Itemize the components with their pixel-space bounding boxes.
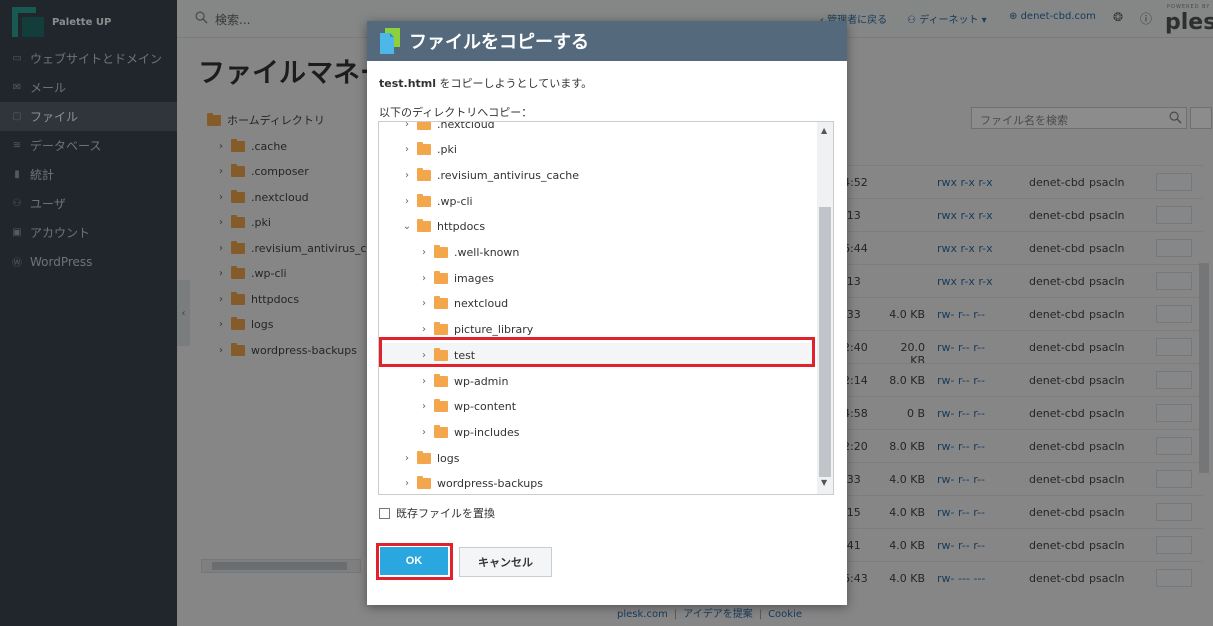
folder-icon	[417, 450, 431, 464]
directory-item[interactable]: › wp-admin	[379, 369, 815, 393]
directory-item[interactable]: › nextcloud	[379, 292, 815, 316]
folder-icon	[434, 296, 448, 310]
folder-icon	[434, 322, 448, 336]
folder-icon	[417, 122, 431, 130]
directory-item-label: test	[454, 348, 476, 362]
chevron-right-icon[interactable]: ›	[401, 122, 413, 130]
directory-item-label: .revisium_antivirus_cache	[437, 168, 580, 182]
chevron-right-icon[interactable]: ›	[401, 170, 413, 181]
directory-item-label: .well-known	[454, 246, 520, 259]
destination-directory-list[interactable]: › .nextcloud › .pki › .revisium_antivirus_cac…	[378, 121, 834, 495]
chevron-right-icon[interactable]: ›	[418, 376, 430, 387]
chevron-right-icon[interactable]: ›	[418, 273, 430, 284]
directory-item[interactable]: › picture_library	[379, 318, 815, 342]
destination-label: 以下のディレクトリへコピー：	[379, 106, 533, 119]
chevron-right-icon[interactable]: ›	[418, 401, 430, 412]
folder-icon	[434, 373, 448, 387]
copy-file-dialog: ファイルをコピーする test.html をコピーしようとしています。 以下のデ…	[367, 21, 847, 605]
directory-item[interactable]: › .pki	[379, 138, 815, 162]
chevron-right-icon[interactable]: ›	[401, 453, 413, 464]
chevron-right-icon[interactable]: ›	[418, 350, 430, 361]
chevron-right-icon[interactable]: ›	[418, 427, 430, 438]
directory-item[interactable]: › images	[379, 266, 815, 290]
chevron-right-icon[interactable]: ›	[418, 324, 430, 335]
dialog-title: ファイルをコピーする	[409, 32, 589, 53]
directory-item[interactable]: › wp-content	[379, 395, 815, 419]
directory-scrollbar[interactable]: ▲ ▼	[817, 122, 833, 494]
copy-document-icon	[380, 28, 400, 54]
directory-item[interactable]: › .well-known	[379, 241, 815, 265]
directory-item-label: wp-admin	[454, 374, 509, 388]
folder-icon	[434, 245, 448, 258]
folder-icon	[417, 193, 431, 207]
cancel-button[interactable]: キャンセル	[459, 547, 552, 577]
chevron-right-icon[interactable]: ›	[401, 144, 413, 155]
directory-item[interactable]: ⌄ httpdocs	[379, 215, 815, 239]
overwrite-checkbox-row[interactable]: 既存ファイルを置換	[379, 505, 495, 521]
ok-button[interactable]: OK	[380, 547, 448, 575]
dialog-message: test.html をコピーしようとしています。	[379, 75, 592, 91]
directory-item-label: .wp-cli	[437, 194, 473, 208]
directory-item-label: wordpress-backups	[437, 477, 543, 491]
dialog-message-text: をコピーしようとしています。	[436, 77, 593, 90]
chevron-right-icon[interactable]: ›	[418, 298, 430, 309]
folder-icon	[434, 347, 448, 361]
directory-item[interactable]: › .nextcloud	[379, 121, 815, 136]
folder-icon	[417, 476, 431, 490]
folder-icon	[434, 270, 448, 284]
directory-item-label: wp-content	[454, 400, 517, 414]
directory-item[interactable]: › .revisium_antivirus_cache	[379, 163, 815, 187]
directory-item-label: wp-includes	[454, 425, 520, 439]
chevron-right-icon[interactable]: ›	[401, 196, 413, 207]
chevron-right-icon[interactable]: ›	[418, 247, 430, 258]
chevron-right-icon[interactable]: ›	[401, 478, 413, 489]
overwrite-checkbox[interactable]	[379, 507, 390, 519]
scroll-up-arrow-icon[interactable]: ▲	[821, 126, 827, 135]
dialog-header: ファイルをコピーする	[367, 21, 847, 61]
directory-item-label: logs	[437, 451, 460, 465]
directory-item[interactable]: › .wp-cli	[379, 189, 815, 213]
folder-icon	[434, 399, 448, 413]
source-file-name: test.html	[379, 77, 437, 90]
directory-item[interactable]: › wordpress-backups	[379, 472, 815, 494]
directory-item-label: picture_library	[454, 323, 534, 337]
folder-icon	[417, 167, 431, 181]
folder-icon	[417, 142, 431, 156]
scroll-thumb[interactable]	[819, 207, 831, 477]
directory-item[interactable]: › logs	[379, 446, 815, 470]
directory-item-label: nextcloud	[454, 297, 509, 311]
chevron-down-icon[interactable]: ⌄	[401, 221, 413, 232]
scroll-down-arrow-icon[interactable]: ▼	[821, 478, 827, 487]
overwrite-label: 既存ファイルを置換	[396, 507, 495, 520]
directory-item-label: images	[454, 271, 494, 285]
directory-item-selected[interactable]: › test	[379, 343, 815, 368]
directory-item-label: .pki	[437, 143, 457, 157]
directory-item-label: .nextcloud	[437, 121, 495, 131]
folder-icon	[417, 219, 431, 233]
directory-item-label: httpdocs	[437, 220, 486, 234]
directory-item[interactable]: › wp-includes	[379, 420, 815, 444]
folder-icon	[434, 424, 448, 438]
